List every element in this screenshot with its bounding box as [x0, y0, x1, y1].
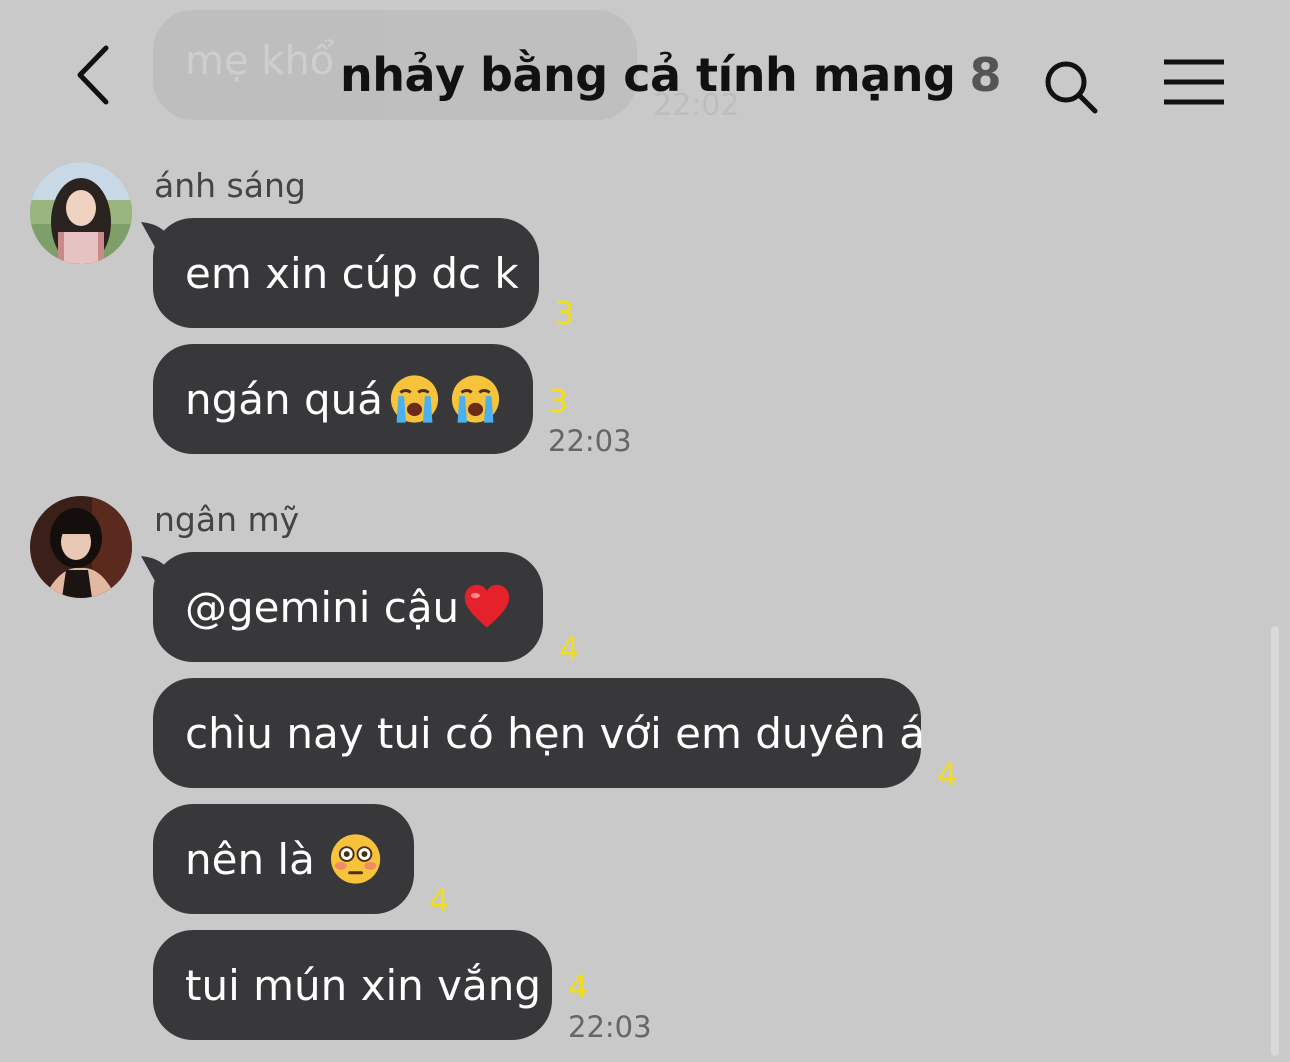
hamburger-menu-icon: [1164, 59, 1224, 105]
unread-count: 4: [559, 630, 580, 668]
scrollbar[interactable]: [1271, 626, 1279, 1056]
message-text: @gemini cậu: [185, 582, 460, 632]
avatar-photo: [30, 496, 132, 598]
message-text: chìu nay tui có hẹn với em duyên á: [185, 708, 925, 758]
avatar-photo: [30, 162, 132, 264]
message-text: tui mún xin vắng: [185, 960, 541, 1010]
red-heart-icon: [464, 584, 510, 628]
avatar-anh-sang[interactable]: [30, 162, 132, 264]
chat-header: nhảy bằng cả tính mạng 8: [0, 0, 1290, 150]
message-text: ngán quá: [185, 374, 384, 424]
message-bubble[interactable]: nên là: [153, 804, 414, 914]
message-bubble[interactable]: em xin cúp dc k: [141, 218, 539, 328]
sender-name: ánh sáng: [154, 166, 306, 205]
unread-count: 3: [548, 382, 569, 420]
unread-count: 3: [554, 294, 575, 332]
chat-title-area[interactable]: nhảy bằng cả tính mạng 8: [340, 40, 1001, 110]
bubble-tail: [141, 556, 181, 592]
search-icon: [1045, 61, 1098, 114]
back-button[interactable]: [62, 40, 122, 110]
bubble-tail: [141, 222, 181, 258]
unread-count: 4: [937, 756, 958, 794]
chat-title: nhảy bằng cả tính mạng: [340, 48, 956, 102]
message-text: nên là: [185, 834, 315, 884]
message-bubble[interactable]: ngán quá: [153, 344, 533, 454]
loudly-crying-face-icon: [390, 375, 439, 423]
message-bubble[interactable]: tui mún xin vắng: [153, 930, 552, 1040]
unread-count: 4: [568, 968, 589, 1006]
message-time: 22:03: [568, 1010, 652, 1044]
avatar-ngan-my[interactable]: [30, 496, 132, 598]
loudly-crying-face-icon: [451, 375, 500, 423]
menu-button[interactable]: [1156, 50, 1232, 114]
sender-name: ngân mỹ: [154, 500, 300, 539]
flushed-face-icon: [330, 834, 381, 884]
message-time: 22:03: [548, 424, 632, 458]
member-count: 8: [969, 48, 1002, 102]
message-text: em xin cúp dc k: [185, 248, 519, 298]
search-button[interactable]: [1036, 52, 1106, 122]
message-bubble[interactable]: chìu nay tui có hẹn với em duyên á: [153, 678, 925, 788]
message-bubble[interactable]: @gemini cậu: [141, 552, 543, 662]
chevron-left-icon: [77, 45, 109, 105]
unread-count: 4: [429, 882, 450, 920]
